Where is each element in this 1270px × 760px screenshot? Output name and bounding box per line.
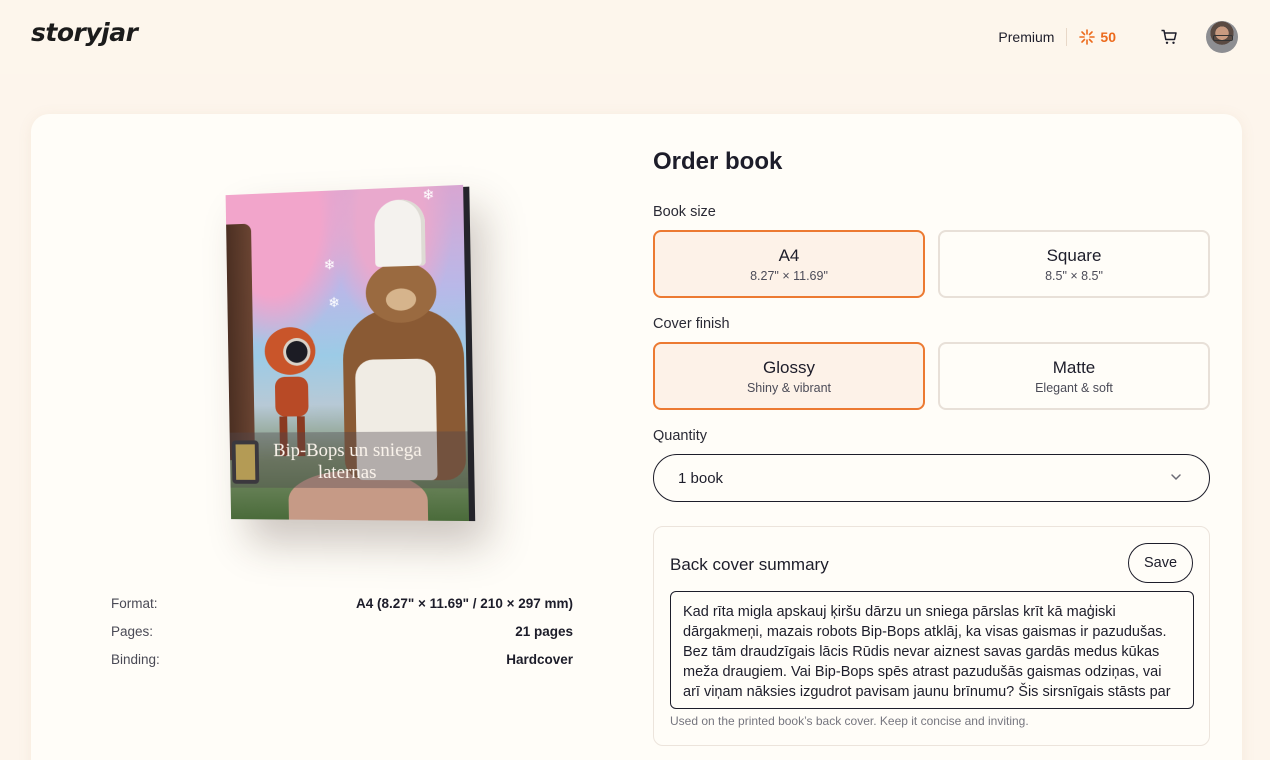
spec-label: Format:: [111, 596, 158, 611]
size-option-square[interactable]: Square 8.5" × 8.5": [938, 230, 1210, 298]
quantity-value: 1 book: [678, 469, 724, 487]
summary-title: Back cover summary: [670, 555, 829, 574]
book-specs: Format: A4 (8.27" × 11.69" / 210 × 297 m…: [111, 596, 573, 680]
save-button[interactable]: Save: [1128, 543, 1193, 583]
user-avatar[interactable]: [1206, 21, 1238, 53]
spec-label: Binding:: [111, 652, 160, 667]
top-navigation: storyjar Premium 50: [0, 0, 1270, 74]
finish-option-matte[interactable]: Matte Elegant & soft: [938, 342, 1210, 410]
premium-link[interactable]: Premium: [998, 29, 1066, 45]
summary-textarea[interactable]: Kad rīta migla apskauj ķiršu dārzu un sn…: [670, 591, 1194, 709]
book-preview: ❄ ❄ ❄ Bip-Bops un sniega laternas: [221, 184, 481, 534]
option-subtitle: Elegant & soft: [1035, 381, 1113, 395]
chevron-down-icon: [1171, 474, 1181, 481]
cart-button[interactable]: [1160, 28, 1178, 46]
spec-value: Hardcover: [506, 652, 573, 667]
page-title: Order book: [653, 148, 783, 175]
tree-trunk: [226, 223, 256, 461]
cart-icon: [1161, 29, 1177, 44]
quantity-label: Quantity: [653, 428, 707, 444]
option-title: Matte: [1052, 358, 1096, 377]
order-card: ❄ ❄ ❄ Bip-Bops un sniega laternas Format…: [31, 114, 1242, 760]
spec-row-pages: Pages: 21 pages: [111, 624, 573, 652]
snowflake-icon: ❄: [323, 256, 336, 273]
spec-row-binding: Binding: Hardcover: [111, 652, 573, 680]
spec-label: Pages:: [111, 624, 154, 639]
cover-illustration: ❄ ❄ ❄ Bip-Bops un sniega laternas: [225, 184, 470, 522]
back-cover-summary: Back cover summary Save Kad rīta migla a…: [653, 526, 1210, 746]
option-subtitle: 8.27" × 11.69": [750, 269, 828, 283]
divider: [1066, 28, 1068, 46]
book-cover: ❄ ❄ ❄ Bip-Bops un sniega laternas: [225, 184, 476, 522]
spec-row-format: Format: A4 (8.27" × 11.69" / 210 × 297 m…: [111, 596, 573, 624]
credits-badge[interactable]: 50: [1079, 29, 1116, 45]
chef-hat: [374, 198, 426, 268]
book-cover-title: Bip-Bops un sniega laternas: [273, 439, 422, 484]
robot-body: [274, 376, 309, 417]
option-title: Glossy: [763, 358, 815, 377]
option-subtitle: Shiny & vibrant: [746, 381, 832, 395]
snowflake-icon: ❄: [422, 186, 435, 203]
sparkle-icon: [1079, 29, 1096, 45]
option-title: Square: [1046, 246, 1102, 265]
logo[interactable]: storyjar: [31, 18, 138, 47]
credits-count: 50: [1100, 29, 1116, 45]
finish-option-glossy[interactable]: Glossy Shiny & vibrant: [653, 342, 925, 410]
option-title: A4: [778, 246, 800, 265]
option-subtitle: 8.5" × 8.5": [1045, 269, 1103, 283]
cover-finish-label: Cover finish: [653, 316, 730, 332]
spec-value: 21 pages: [515, 624, 573, 639]
book-size-label: Book size: [653, 204, 716, 220]
size-option-a4[interactable]: A4 8.27" × 11.69": [653, 230, 925, 298]
summary-hint: Used on the printed book’s back cover. K…: [670, 714, 1029, 728]
header-actions: Premium 50: [998, 18, 1238, 56]
snowflake-icon: ❄: [328, 294, 341, 311]
spec-value: A4 (8.27" × 11.69" / 210 × 297 mm): [356, 596, 573, 611]
quantity-select[interactable]: 1 book: [653, 454, 1210, 502]
